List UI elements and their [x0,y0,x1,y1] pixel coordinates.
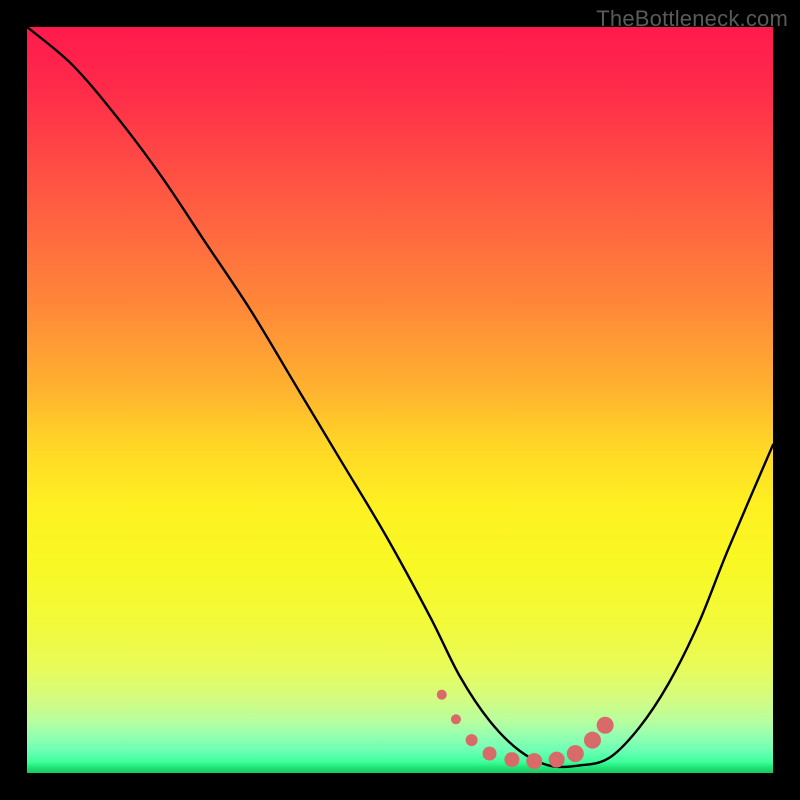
watermark-text: TheBottleneck.com [596,6,788,32]
marker-dot [567,745,584,762]
marker-dot [526,753,542,769]
curve-path [27,27,773,767]
plot-area [27,27,773,773]
chart-svg [27,27,773,773]
marker-dot [437,690,447,700]
highlight-markers [437,690,614,769]
marker-dot [549,752,565,768]
marker-dot [466,734,478,746]
marker-dot [483,747,497,761]
marker-dot [584,732,601,749]
marker-dot [504,752,519,767]
marker-dot [597,717,614,734]
chart-frame: TheBottleneck.com [0,0,800,800]
marker-dot [451,714,461,724]
